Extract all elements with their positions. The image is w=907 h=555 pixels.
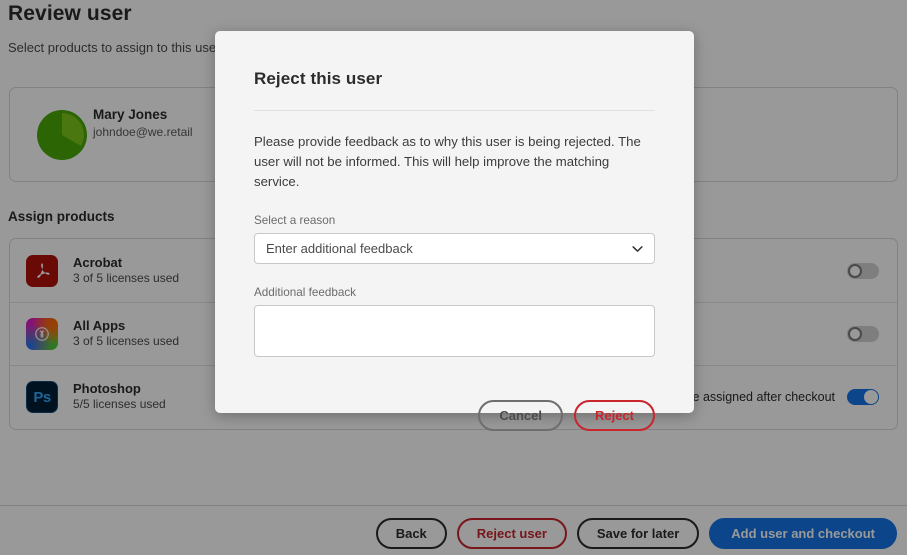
additional-feedback-input[interactable] — [254, 305, 655, 358]
dialog-title: Reject this user — [254, 69, 383, 88]
chevron-down-icon — [632, 245, 643, 252]
cancel-button[interactable]: Cancel — [478, 400, 563, 432]
select-reason-dropdown[interactable]: Enter additional feedback — [254, 233, 655, 265]
dialog-actions: Cancel Reject — [254, 400, 655, 432]
additional-feedback-label: Additional feedback — [254, 286, 357, 300]
dialog-description: Please provide feedback as to why this u… — [254, 134, 641, 190]
dialog-divider — [254, 110, 655, 111]
app-root: Review user Select products to assign to… — [0, 0, 907, 555]
select-reason-label: Select a reason — [254, 214, 336, 228]
reject-user-dialog: Reject this user Please provide feedback… — [215, 31, 694, 432]
reject-button[interactable]: Reject — [573, 400, 655, 432]
select-reason-value: Enter additional feedback — [266, 241, 413, 257]
